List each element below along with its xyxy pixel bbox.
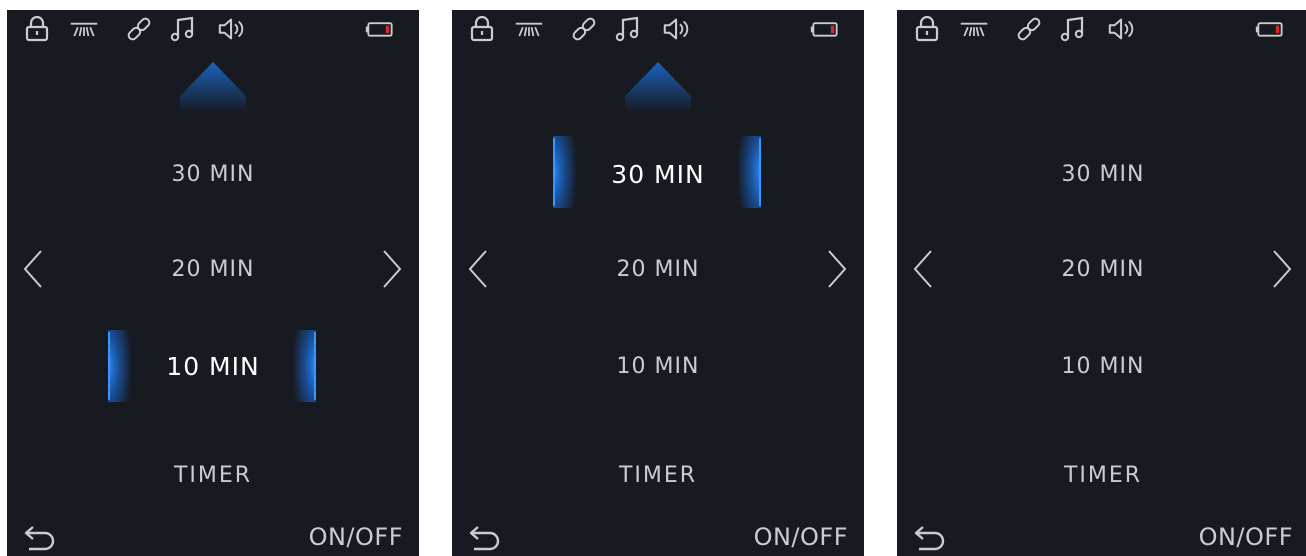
onoff-button[interactable]: ON/OFF [754, 522, 848, 552]
chevron-left-icon[interactable] [466, 248, 490, 290]
speaker-icon [1107, 16, 1137, 42]
option-20-min[interactable]: 20 MIN [7, 255, 419, 285]
back-arrow-icon[interactable] [23, 523, 57, 553]
scroll-up-arrow-icon[interactable] [623, 60, 693, 112]
battery-low-icon [365, 16, 395, 42]
timer-screen-2: 30 MIN 20 MIN 10 MIN TIMER ON/OFF [452, 10, 864, 556]
status-bar [452, 10, 864, 46]
option-20-min[interactable]: 20 MIN [897, 255, 1306, 285]
scroll-up-arrow-icon[interactable] [178, 60, 248, 112]
selection-glow-left [108, 330, 132, 402]
link-icon [1014, 16, 1044, 42]
chevron-left-icon[interactable] [21, 248, 45, 290]
back-arrow-icon[interactable] [913, 523, 947, 553]
lock-icon [912, 16, 942, 42]
link-icon [569, 16, 599, 42]
fan-icon [514, 16, 544, 42]
chevron-right-icon[interactable] [380, 248, 404, 290]
option-20-min[interactable]: 20 MIN [452, 255, 864, 285]
chevron-right-icon[interactable] [1270, 248, 1294, 290]
option-10-min[interactable]: 10 MIN [452, 352, 864, 382]
option-30-min[interactable]: 30 MIN [7, 160, 419, 190]
status-bar [897, 10, 1306, 46]
fan-icon [69, 16, 99, 42]
timer-screen-3: 30 MIN 20 MIN 10 MIN TIMER ON/OFF [897, 10, 1306, 556]
lock-icon [22, 16, 52, 42]
onoff-button[interactable]: ON/OFF [1199, 522, 1293, 552]
screen-title: TIMER [173, 463, 253, 488]
onoff-button[interactable]: ON/OFF [309, 522, 403, 552]
timer-screen-1: 30 MIN 20 MIN 10 MIN TIMER ON/OFF [7, 10, 419, 556]
selection-glow-right [292, 330, 316, 402]
music-note-icon [169, 16, 199, 42]
music-note-icon [1059, 16, 1089, 42]
option-30-min-selected[interactable]: 30 MIN [452, 160, 864, 190]
lock-icon [467, 16, 497, 42]
option-10-min[interactable]: 10 MIN [897, 352, 1306, 382]
link-icon [124, 16, 154, 42]
battery-low-icon [1255, 16, 1285, 42]
selection-glow-right [737, 136, 761, 208]
status-bar [7, 10, 419, 46]
option-10-min-selected[interactable]: 10 MIN [7, 352, 419, 382]
screen-title: TIMER [1063, 463, 1143, 488]
battery-low-icon [810, 16, 840, 42]
option-30-min[interactable]: 30 MIN [897, 160, 1306, 190]
screen-title: TIMER [618, 463, 698, 488]
music-note-icon [614, 16, 644, 42]
fan-icon [959, 16, 989, 42]
speaker-icon [662, 16, 692, 42]
chevron-left-icon[interactable] [911, 248, 935, 290]
chevron-right-icon[interactable] [825, 248, 849, 290]
speaker-icon [217, 16, 247, 42]
back-arrow-icon[interactable] [468, 523, 502, 553]
selection-glow-left [553, 136, 577, 208]
